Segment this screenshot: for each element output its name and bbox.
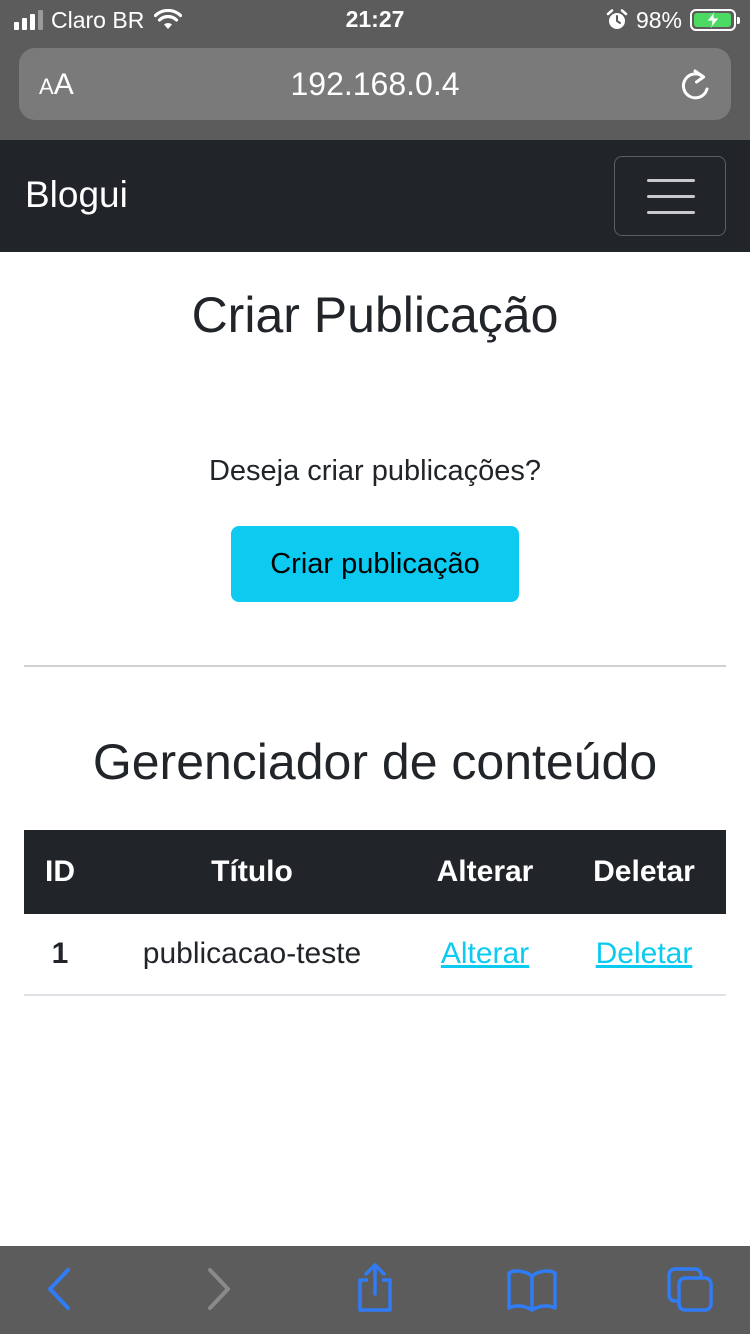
browser-toolbar (0, 1246, 750, 1334)
section-divider (24, 665, 726, 667)
content-manager-heading: Gerenciador de conteúdo (92, 734, 658, 790)
column-header-edit: Alterar (408, 830, 562, 914)
column-header-id: ID (24, 830, 96, 914)
table-row: 1 publicacao-teste Alterar Deletar (24, 914, 726, 996)
status-right: 98% (606, 6, 740, 34)
create-post-question: Deseja criar publicações? (208, 455, 542, 487)
cell-title: publicacao-teste (96, 914, 408, 996)
share-icon[interactable] (354, 1262, 396, 1314)
battery-tip (737, 17, 740, 24)
tabs-icon[interactable] (666, 1266, 716, 1314)
charging-bolt-icon (706, 12, 720, 28)
cell-delete: Deletar (562, 914, 726, 996)
battery-icon (690, 9, 740, 31)
reload-icon[interactable] (679, 68, 713, 104)
create-post-button[interactable]: Criar publicação (231, 526, 519, 602)
bookmarks-icon[interactable] (506, 1268, 558, 1312)
navbar-brand[interactable]: Blogui (25, 174, 128, 216)
create-post-heading: Criar Publicação (191, 287, 559, 343)
cell-edit: Alterar (408, 914, 562, 996)
forward-icon[interactable] (204, 1264, 234, 1314)
hamburger-icon-line-bottom (647, 211, 695, 214)
battery-percent: 98% (635, 6, 682, 33)
table-header-row: ID Título Alterar Deletar (24, 830, 726, 914)
browser-address-area: AA 192.168.0.4 (0, 40, 750, 140)
edit-link[interactable]: Alterar (441, 937, 529, 970)
navbar: Blogui (0, 140, 750, 252)
posts-table: ID Título Alterar Deletar 1 publicacao-t… (24, 830, 726, 996)
column-header-delete: Deletar (562, 830, 726, 914)
url-text[interactable]: 192.168.0.4 (19, 66, 731, 103)
address-bar[interactable]: AA 192.168.0.4 (19, 48, 731, 120)
column-header-title: Título (96, 830, 408, 914)
cell-id: 1 (24, 914, 96, 996)
status-bar: Claro BR 21:27 98% (0, 0, 750, 40)
back-icon[interactable] (44, 1264, 74, 1314)
alarm-icon (606, 9, 628, 29)
navbar-toggler-button[interactable] (614, 156, 726, 236)
delete-link[interactable]: Deletar (596, 937, 693, 970)
hamburger-icon-line-middle (647, 195, 695, 198)
hamburger-icon-line-top (647, 179, 695, 182)
